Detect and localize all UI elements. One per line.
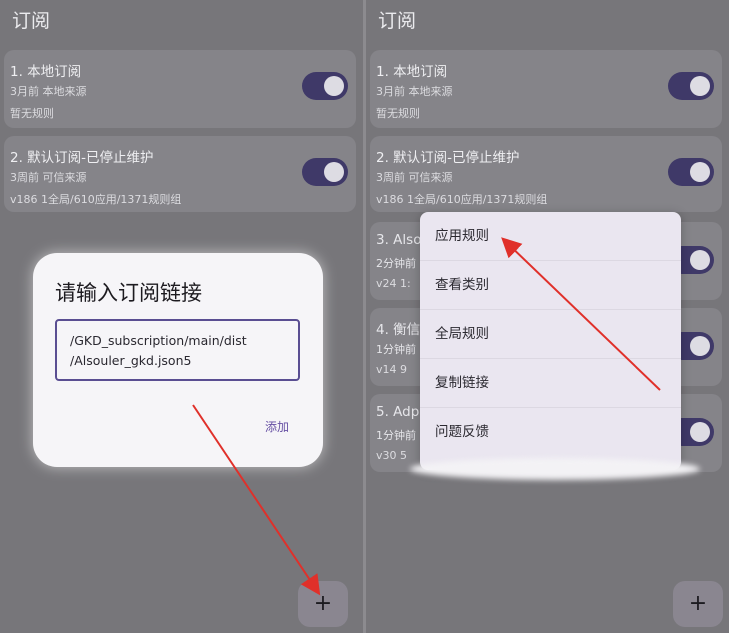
arrow-to-add-button bbox=[192, 404, 321, 596]
annotation-arrows bbox=[192, 237, 661, 596]
arrow-to-app-rules bbox=[501, 237, 661, 391]
